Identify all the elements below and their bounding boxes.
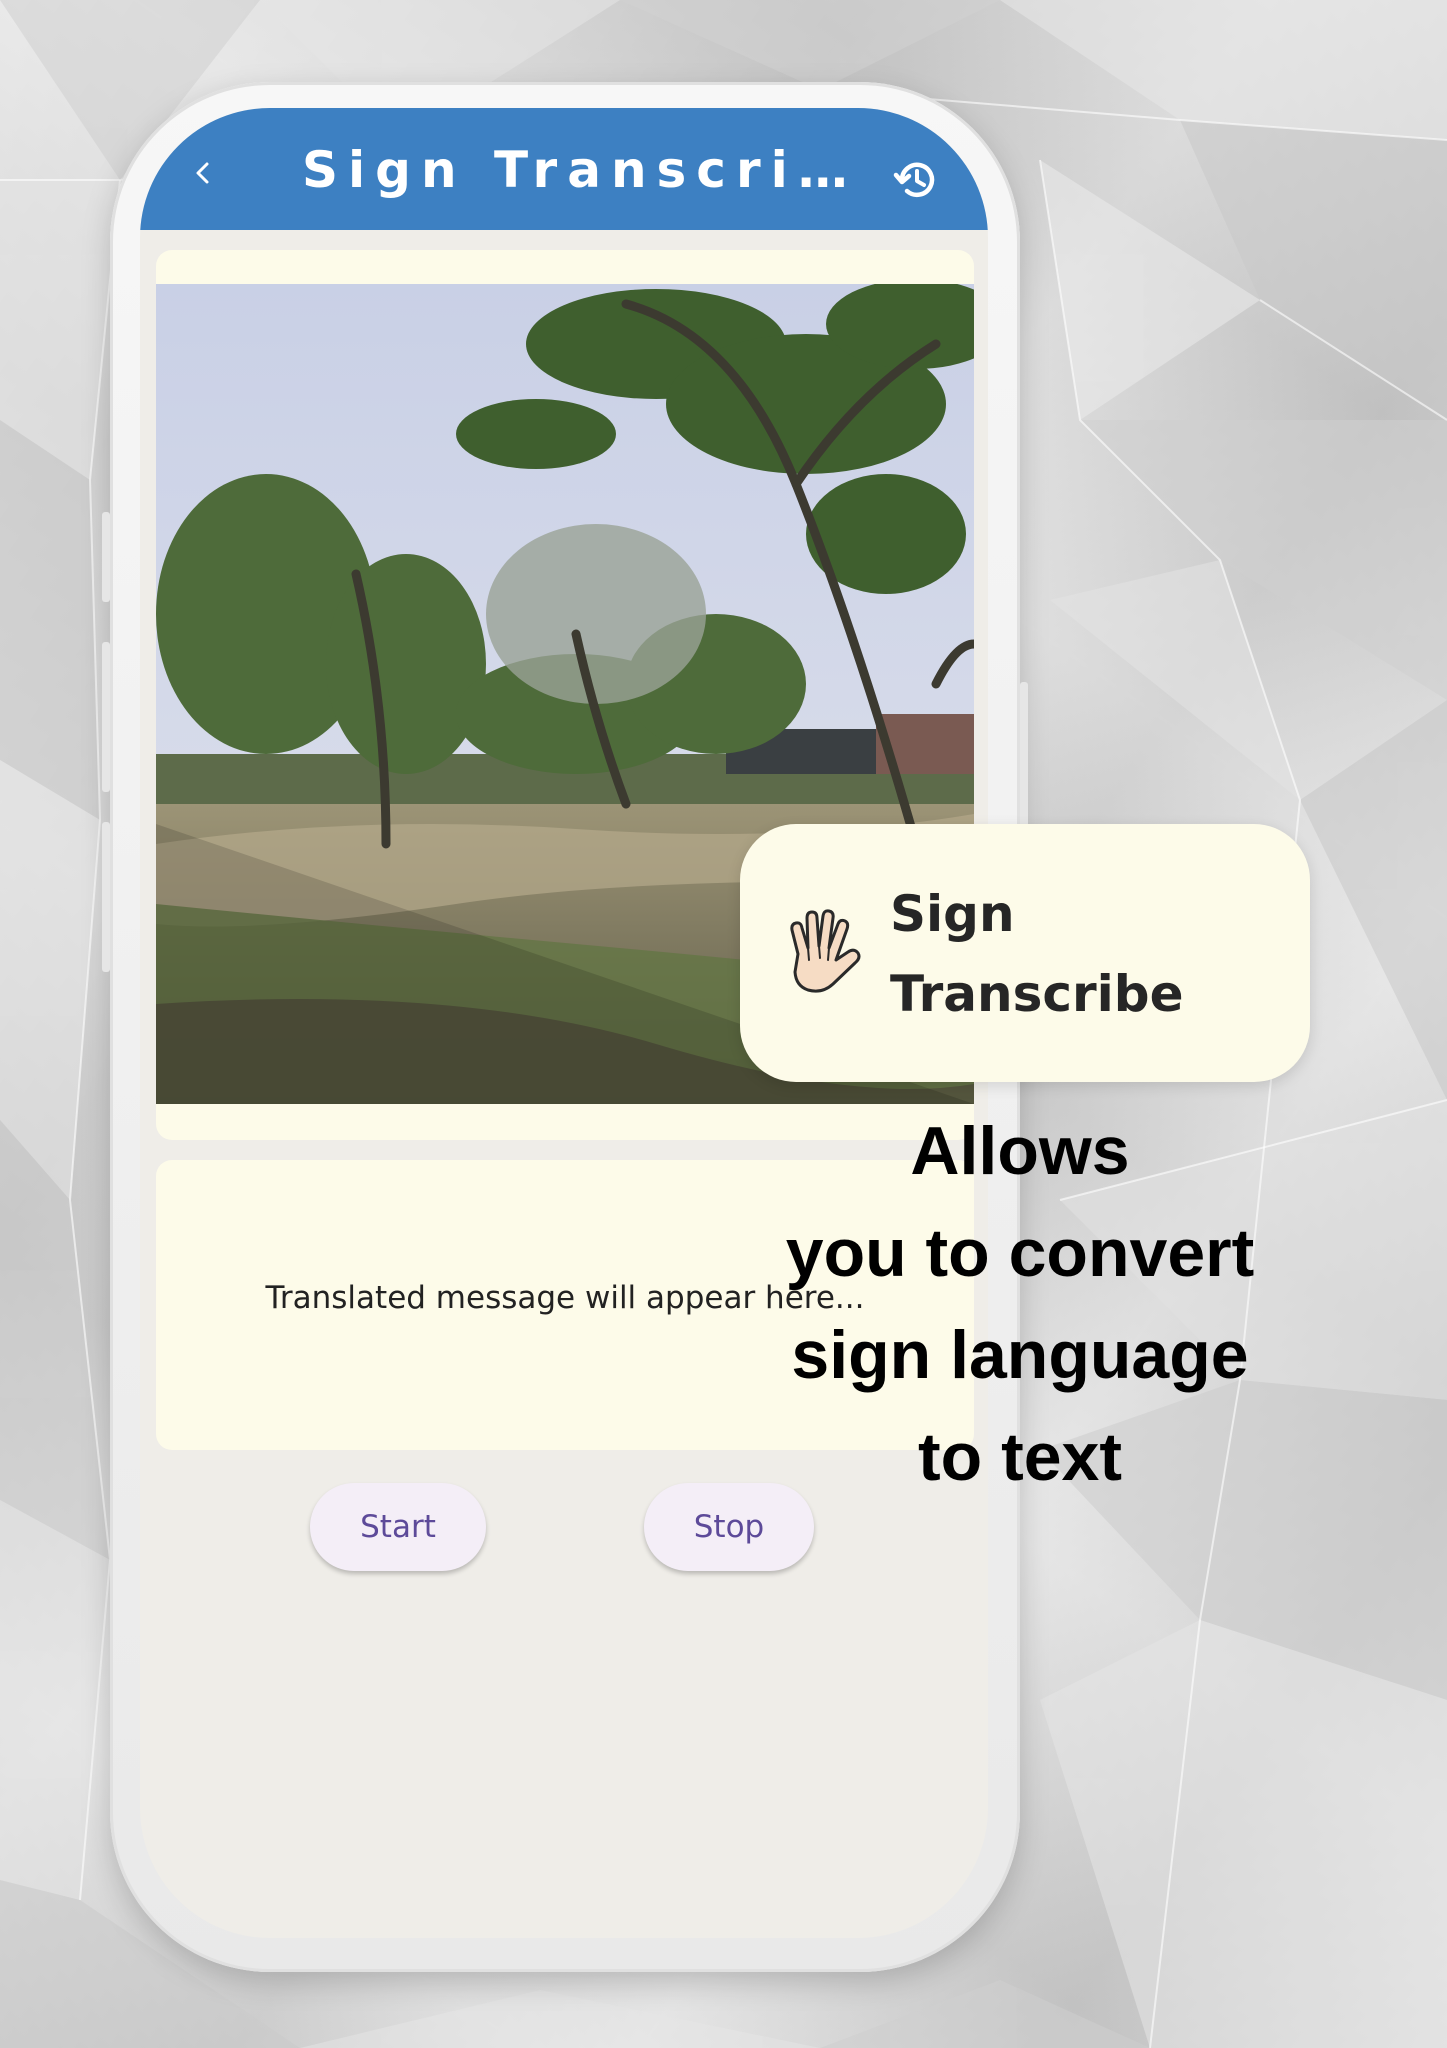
phone-side-button: [102, 512, 110, 602]
chevron-left-icon[interactable]: [190, 160, 216, 186]
tagline-line-2: you to convert: [785, 1215, 1255, 1291]
feature-title-line-2: Transcribe: [890, 965, 1184, 1023]
feature-card: Sign Transcribe: [740, 824, 1310, 1082]
phone-volume-up-button: [102, 642, 110, 792]
feature-tagline: Allows you to convert sign language to t…: [720, 1100, 1320, 1508]
hand-icon: [790, 909, 861, 993]
feature-title-line-1: Sign: [890, 885, 1015, 943]
page-title: Sign Transcri…: [302, 141, 858, 199]
feature-title: Sign Transcribe: [890, 874, 1290, 1034]
history-icon[interactable]: [892, 156, 940, 204]
tagline-line-1: Allows: [910, 1113, 1130, 1189]
tagline-line-3: sign language: [791, 1317, 1249, 1393]
start-button[interactable]: Start: [310, 1483, 486, 1571]
phone-volume-down-button: [102, 822, 110, 972]
tagline-line-4: to text: [918, 1419, 1122, 1495]
app-bar: Sign Transcri…: [140, 108, 988, 230]
